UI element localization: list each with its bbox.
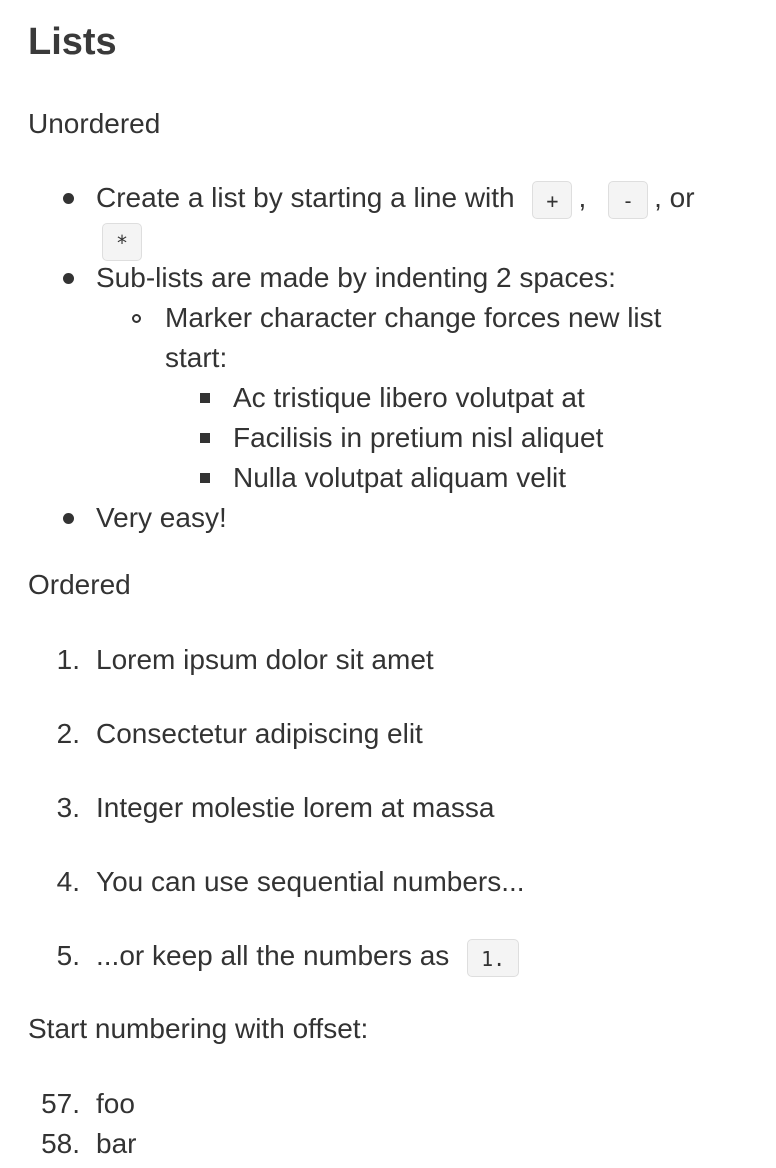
- square-bullet: [200, 433, 210, 443]
- square-bullet: [200, 473, 210, 483]
- list-number: 1.: [56, 644, 80, 675]
- disc-bullet: [63, 273, 74, 284]
- list-item-text: Sub-lists are made by indenting 2 spaces…: [96, 262, 616, 293]
- sub-list-item-continuation: start:: [165, 338, 227, 378]
- list-item: Very easy!: [96, 498, 227, 538]
- ordered-list-item: Consectetur adipiscing elit: [96, 714, 423, 754]
- ordered-list-item: You can use sequential numbers...: [96, 862, 525, 902]
- list-number: 58.: [41, 1128, 80, 1159]
- list-item-text: Facilisis in pretium nisl aliquet: [233, 422, 604, 453]
- list-item-text: Ac tristique libero volutpat at: [233, 382, 585, 413]
- disc-bullet: [63, 193, 74, 204]
- disc-bullet: [63, 513, 74, 524]
- list-item: Create a list by starting a line with +,…: [96, 178, 695, 219]
- offset-label: Start numbering with offset:: [28, 1013, 369, 1044]
- ordered-label: Ordered: [28, 569, 131, 600]
- list-item-text: You can use sequential numbers...: [96, 866, 525, 897]
- inline-code: +: [532, 180, 573, 219]
- unordered-label: Unordered: [28, 108, 161, 139]
- list-number: 3.: [56, 792, 80, 823]
- list-number: 57.: [41, 1088, 80, 1119]
- list-item-text: Create a list by starting a line with: [96, 182, 515, 213]
- list-item-text: Integer molestie lorem at massa: [96, 792, 495, 823]
- list-item-text: Marker character change forces new list: [165, 302, 662, 333]
- markdown-document: Lists Unordered Create a list by startin…: [0, 0, 776, 1168]
- list-item-text: , or: [654, 182, 695, 213]
- list-item-text: ...or keep all the numbers as: [96, 940, 450, 971]
- list-item-continuation: *: [102, 220, 143, 261]
- list-item-text: Lorem ipsum dolor sit amet: [96, 644, 434, 675]
- sub-list-item: Marker character change forces new list: [165, 298, 661, 338]
- inline-code: 1.: [467, 938, 520, 977]
- circle-bullet: [132, 314, 141, 323]
- inline-code: -: [608, 180, 649, 219]
- sub-sub-list-item: Nulla volutpat aliquam velit: [233, 458, 566, 498]
- list-item: Sub-lists are made by indenting 2 spaces…: [96, 258, 616, 298]
- list-item-text: foo: [96, 1088, 135, 1119]
- ordered-list-item: Integer molestie lorem at massa: [96, 788, 494, 828]
- ordered-list-item: foo: [96, 1084, 135, 1124]
- list-item-text: Nulla volutpat aliquam velit: [233, 462, 567, 493]
- list-item-text: bar: [96, 1128, 137, 1159]
- inline-code: *: [102, 222, 143, 261]
- list-item-text: ,: [578, 182, 587, 213]
- list-number: 2.: [56, 718, 80, 749]
- list-item-text: Very easy!: [96, 502, 227, 533]
- ordered-list-item: ...or keep all the numbers as 1.: [96, 936, 520, 977]
- ordered-list-item: Lorem ipsum dolor sit amet: [96, 640, 434, 680]
- list-number: 5.: [56, 940, 80, 971]
- sub-sub-list-item: Facilisis in pretium nisl aliquet: [233, 418, 603, 458]
- list-number: 4.: [56, 866, 80, 897]
- list-item-text: start:: [165, 342, 228, 373]
- page-title: Lists: [28, 21, 117, 63]
- list-item-text: Consectetur adipiscing elit: [96, 718, 423, 749]
- square-bullet: [200, 393, 210, 403]
- ordered-list-item: bar: [96, 1124, 136, 1164]
- sub-sub-list-item: Ac tristique libero volutpat at: [233, 378, 585, 418]
